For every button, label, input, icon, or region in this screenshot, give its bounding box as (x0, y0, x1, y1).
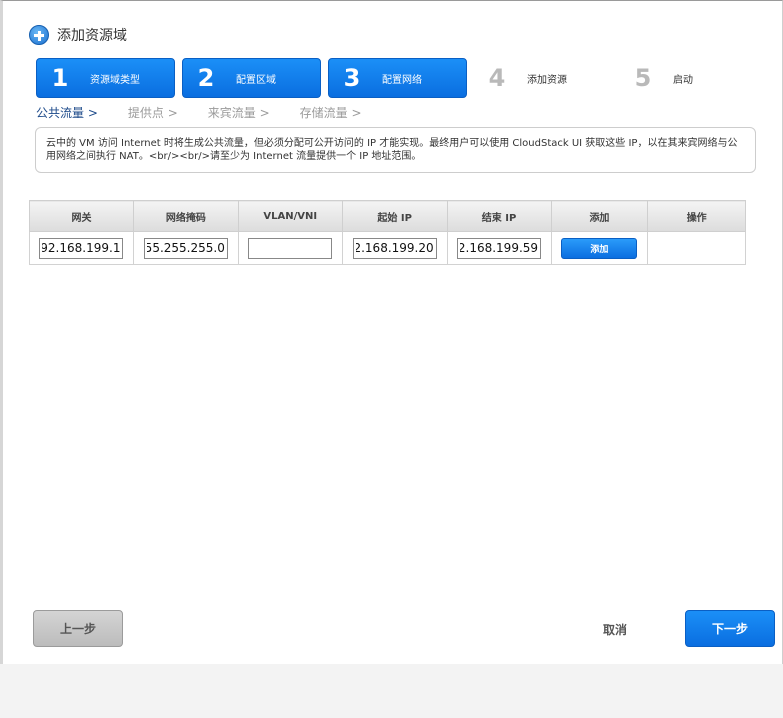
vlan-cell (237, 231, 343, 265)
subtab-public-traffic[interactable]: 公共流量 > (36, 104, 98, 122)
add-cell: 添加 (550, 231, 649, 265)
col-header-gateway: 网关 (29, 200, 134, 232)
start-ip-cell (341, 231, 448, 265)
previous-button[interactable]: 上一步 (33, 610, 123, 647)
step-launch: 5 启动 (620, 58, 759, 98)
table-row: 添加 (29, 231, 746, 265)
step-configure-zone[interactable]: 2 配置区域 (182, 58, 321, 98)
end-ip-input[interactable] (457, 237, 542, 259)
col-header-add: 添加 (550, 200, 649, 232)
gateway-cell (29, 231, 134, 265)
subtab-storage-traffic[interactable]: 存储流量 > (300, 104, 362, 122)
step-number: 1 (51, 64, 69, 92)
step-label: 启动 (673, 74, 693, 86)
add-ip-range-button[interactable]: 添加 (561, 237, 638, 259)
col-header-actions: 操作 (647, 200, 746, 232)
add-circle-icon (29, 25, 49, 45)
page-background (0, 664, 783, 718)
step-label: 配置区域 (236, 74, 276, 86)
dialog-title-row: 添加资源域 (29, 24, 127, 46)
cancel-button[interactable]: 取消 (585, 621, 645, 639)
traffic-subtabs: 公共流量 > 提供点 > 来宾流量 > 存储流量 > (36, 104, 392, 122)
add-zone-dialog: 添加资源域 1 资源域类型 2 配置区域 3 配置网络 4 添加资源 5 启动 … (0, 0, 783, 664)
gateway-input[interactable] (39, 237, 124, 259)
vlan-input[interactable] (248, 237, 333, 259)
netmask-cell (132, 231, 239, 265)
public-traffic-description: 云中的 VM 访问 Internet 时将生成公共流量，但必须分配可公开访问的 … (35, 127, 756, 173)
step-configure-network[interactable]: 3 配置网络 (328, 58, 467, 98)
step-add-resources: 4 添加资源 (474, 58, 613, 98)
step-zone-type[interactable]: 1 资源域类型 (36, 58, 175, 98)
step-number: 2 (197, 64, 215, 92)
col-header-end-ip: 结束 IP (446, 200, 552, 232)
start-ip-input[interactable] (352, 237, 437, 259)
col-header-start-ip: 起始 IP (341, 200, 448, 232)
step-number: 5 (634, 64, 652, 92)
subtab-guest-traffic[interactable]: 来宾流量 > (208, 104, 270, 122)
netmask-input[interactable] (143, 237, 228, 259)
table-header-row: 网关 网络掩码 VLAN/VNI 起始 IP 结束 IP 添加 操作 (29, 200, 746, 232)
subtab-pod[interactable]: 提供点 > (128, 104, 178, 122)
step-label: 添加资源 (527, 74, 567, 86)
step-label: 配置网络 (382, 74, 422, 86)
end-ip-cell (446, 231, 552, 265)
ip-range-table: 网关 网络掩码 VLAN/VNI 起始 IP 结束 IP 添加 操作 192.1… (29, 200, 746, 265)
col-header-vlan: VLAN/VNI (237, 200, 343, 232)
next-button[interactable]: 下一步 (685, 610, 775, 647)
col-header-netmask: 网络掩码 (132, 200, 239, 232)
step-number: 3 (343, 64, 361, 92)
step-number: 4 (488, 64, 506, 92)
dialog-title: 添加资源域 (57, 28, 127, 44)
step-label: 资源域类型 (90, 74, 140, 86)
actions-cell (647, 231, 746, 265)
